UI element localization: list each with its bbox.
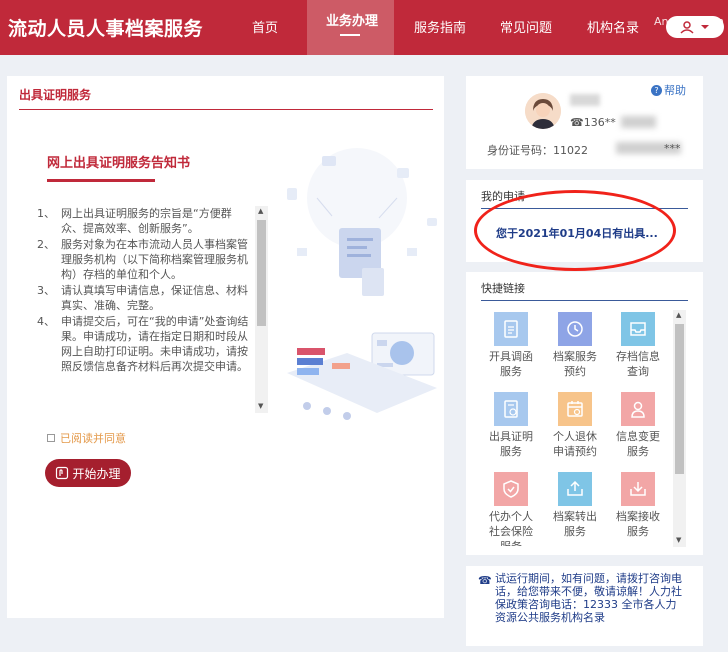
- certificate-service-panel: 出具证明服务 网上出具证明服务告知书 1、 网上出具证明服务的宗旨是“方便群众、…: [7, 76, 444, 618]
- notice-item: 2、 服务对象为在本市流动人员人事档案管理服务机构（以下简称档案管理服务机构）存…: [37, 237, 249, 282]
- nav-guide[interactable]: 服务指南: [414, 17, 466, 36]
- link-transfer-out-label[interactable]: 档案转出服务: [550, 509, 600, 539]
- scroll-down-arrow[interactable]: ▼: [258, 402, 263, 410]
- user-info-panel: ? 帮助 ☎136** 身份证号码：11022 ***: [466, 76, 703, 169]
- notice-number: 2、: [37, 238, 55, 251]
- notice-text: 网上出具证明服务的宗旨是“方便群众、提高效率、创新服务”。: [61, 207, 232, 235]
- shield-icon: [503, 480, 519, 498]
- hand-pointer-icon: [56, 466, 69, 480]
- user-id-label: 身份证号码：11022: [487, 144, 588, 157]
- help-link[interactable]: ? 帮助: [651, 82, 686, 98]
- scroll-up-arrow[interactable]: ▲: [258, 207, 263, 215]
- notice-number: 3、: [37, 284, 55, 297]
- quick-links-divider: [481, 300, 688, 301]
- panel-divider: [19, 109, 433, 110]
- notice-list[interactable]: 1、 网上出具证明服务的宗旨是“方便群众、提高效率、创新服务”。 2、 服务对象…: [37, 206, 249, 413]
- avatar: [525, 93, 561, 129]
- link-certificate-label[interactable]: 出具证明服务: [486, 429, 536, 459]
- scroll-down-arrow[interactable]: ▼: [676, 536, 681, 544]
- link-apply-letter[interactable]: [494, 312, 528, 346]
- link-social-insurance-label[interactable]: 代办个人社会保险服务: [486, 509, 536, 546]
- nav-business-label: 业务办理: [326, 14, 379, 29]
- export-icon: [567, 481, 583, 496]
- notice-title: 网上出具证明服务告知书: [47, 156, 191, 171]
- document-icon: [504, 320, 518, 338]
- link-transfer-in[interactable]: [621, 472, 655, 506]
- quick-links-title: 快捷链接: [481, 282, 525, 295]
- link-info-change[interactable]: [621, 392, 655, 426]
- notice-item: 3、 请认真填写申请信息，保证信息、材料真实、准确、完整。: [37, 283, 249, 313]
- nav-home[interactable]: 首页: [252, 17, 278, 36]
- panel-title: 出具证明服务: [19, 88, 92, 102]
- link-transfer-out[interactable]: [558, 472, 592, 506]
- user-id-tail: ***: [664, 142, 681, 155]
- link-info-change-label[interactable]: 信息变更服务: [613, 429, 663, 459]
- help-label: 帮助: [664, 84, 686, 97]
- agree-option[interactable]: 已阅读并同意: [47, 430, 126, 446]
- link-transfer-in-label[interactable]: 档案接收服务: [613, 509, 663, 539]
- certificate-icon: [504, 400, 518, 418]
- phone-icon: ☎: [478, 574, 492, 587]
- link-archive-query[interactable]: [621, 312, 655, 346]
- inbox-icon: [630, 322, 646, 336]
- highlight-annotation: [474, 190, 676, 271]
- notice-item: 1、 网上出具证明服务的宗旨是“方便群众、提高效率、创新服务”。: [37, 206, 249, 236]
- site-title: 流动人员人事档案服务: [8, 18, 204, 40]
- link-certificate[interactable]: [494, 392, 528, 426]
- phone-blurred: [621, 116, 656, 128]
- user-phone: ☎136**: [570, 116, 616, 129]
- user-avatar-icon: [525, 93, 561, 129]
- top-navigation-bar: 流动人员人事档案服务 首页 业务办理 服务指南 常见问题 机构名录 Answeb…: [0, 0, 728, 55]
- import-icon: [630, 482, 646, 496]
- notice-text: 申请提交后，可在“我的申请”处查询结果。申请成功，请在指定日期和时段从网上自助打…: [61, 315, 249, 373]
- user-name-blurred: [570, 94, 600, 106]
- link-archive-query-label[interactable]: 存档信息查询: [613, 349, 663, 379]
- link-retirement-label[interactable]: 个人退休申请预约: [550, 429, 600, 459]
- nav-faq[interactable]: 常见问题: [500, 17, 552, 36]
- notice-scrollbar[interactable]: ▲ ▼: [255, 206, 268, 413]
- calendar-icon: [567, 401, 583, 417]
- start-button[interactable]: 开始办理: [45, 459, 131, 487]
- nav-directory[interactable]: 机构名录: [587, 17, 639, 36]
- scroll-thumb[interactable]: [675, 324, 684, 474]
- quick-links-panel: 快捷链接 ▲ ▼ 开具调函服务 档案服务预约 存档信息查询 出具证明服务 个人退…: [466, 272, 703, 555]
- link-social-insurance[interactable]: [494, 472, 528, 506]
- link-appointment[interactable]: [558, 312, 592, 346]
- notice-text: 服务对象为在本市流动人员人事档案管理服务机构（以下简称档案管理服务机构）存档的单…: [61, 238, 248, 281]
- notice-number: 4、: [37, 315, 55, 328]
- start-button-label: 开始办理: [72, 466, 121, 481]
- help-icon: ?: [651, 84, 662, 96]
- quick-links-scrollbar[interactable]: ▲ ▼: [673, 310, 686, 547]
- person-icon: [631, 401, 645, 418]
- scroll-thumb[interactable]: [257, 220, 266, 326]
- business-illustration: [287, 148, 437, 420]
- agree-label: 已阅读并同意: [60, 432, 126, 445]
- link-apply-letter-label[interactable]: 开具调函服务: [486, 349, 536, 379]
- notice-title-underline: [47, 179, 155, 182]
- scroll-up-arrow[interactable]: ▲: [676, 311, 681, 319]
- contact-text: 试运行期间，如有问题，请拨打咨询电话，给您带来不便，敬请谅解！人力社保政策咨询电…: [495, 572, 682, 624]
- nav-business[interactable]: 业务办理: [307, 0, 394, 55]
- link-appointment-label[interactable]: 档案服务预约: [550, 349, 600, 379]
- notice-number: 1、: [37, 207, 55, 220]
- notice-text: 请认真填写申请信息，保证信息、材料真实、准确、完整。: [61, 284, 248, 312]
- clock-icon: [567, 321, 583, 337]
- user-menu-button[interactable]: [666, 16, 724, 38]
- link-retirement[interactable]: [558, 392, 592, 426]
- contact-panel: ☎ 试运行期间，如有问题，请拨打咨询电话，给您带来不便，敬请谅解！人力社保政策咨…: [466, 566, 703, 646]
- user-switch-icon: [680, 21, 709, 34]
- agree-checkbox[interactable]: [47, 434, 55, 442]
- notice-item: 4、 申请提交后，可在“我的申请”处查询结果。申请成功，请在指定日期和时段从网上…: [37, 314, 249, 374]
- active-nav-underline: [340, 34, 360, 36]
